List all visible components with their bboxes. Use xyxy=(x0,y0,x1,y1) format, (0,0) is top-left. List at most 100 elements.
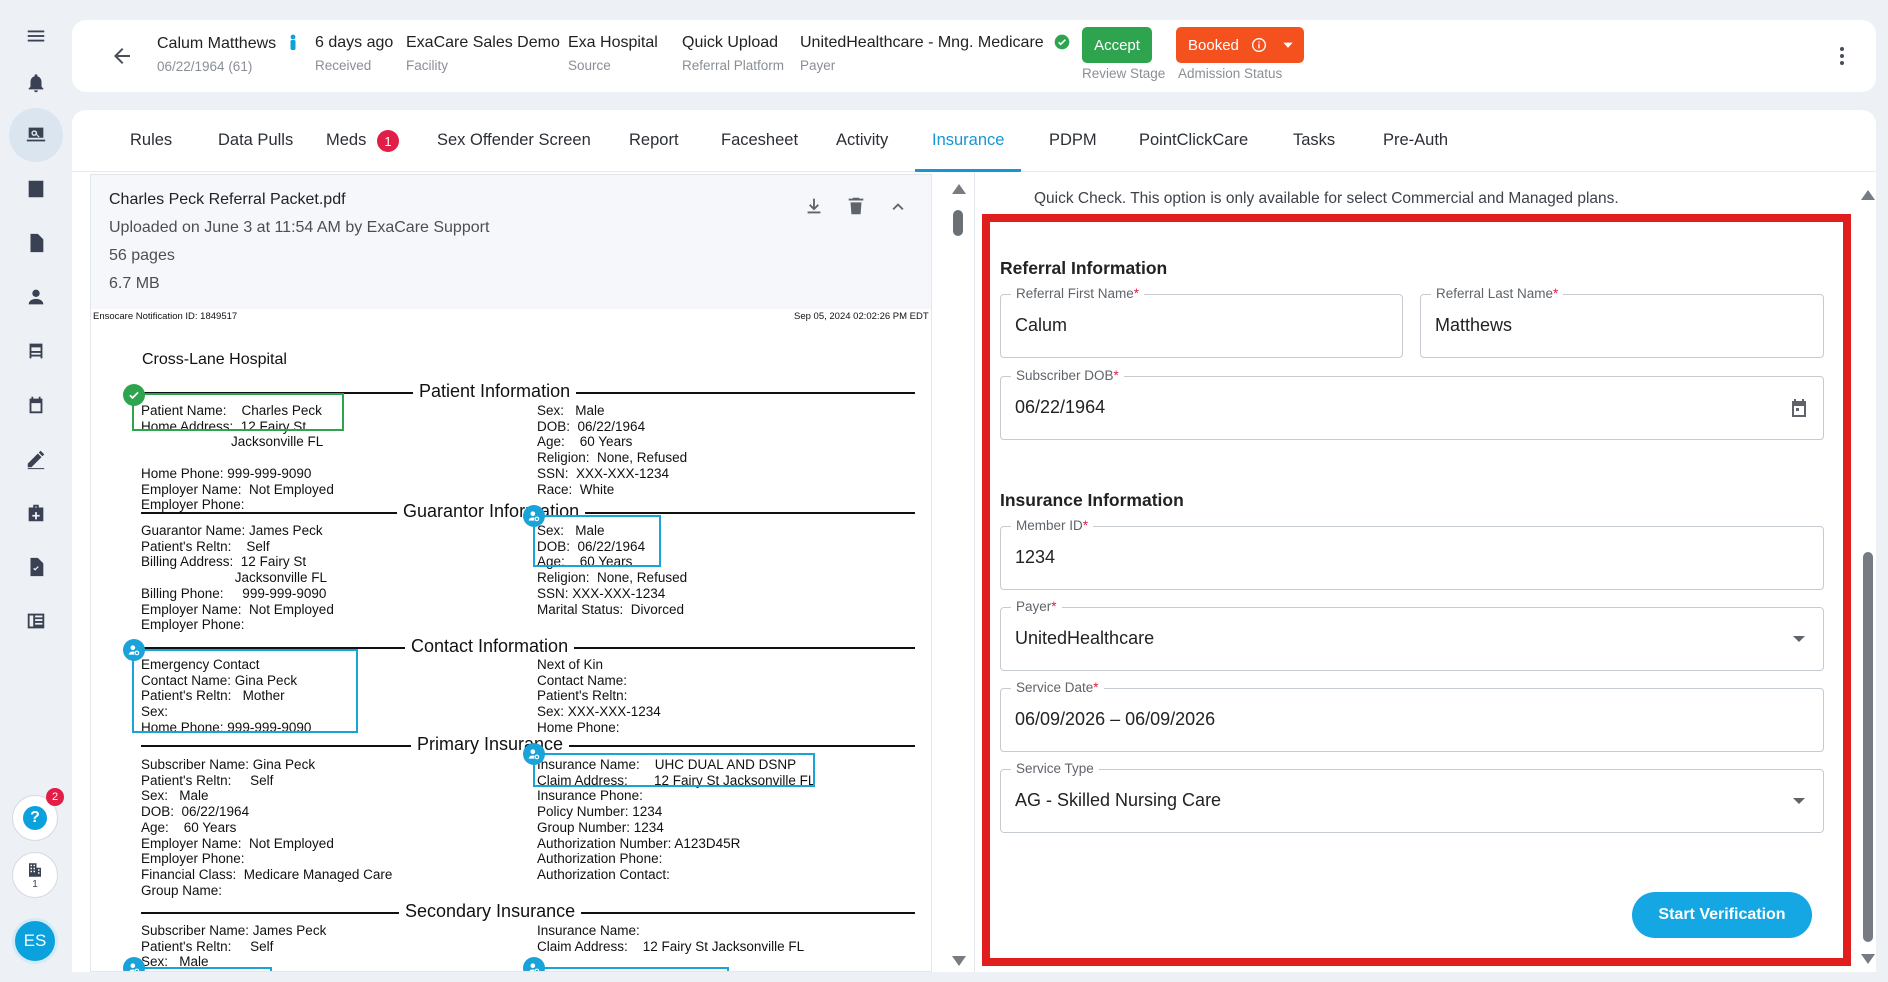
help-icon: ? xyxy=(23,806,47,830)
quick-check-note: Quick Check. This option is only availab… xyxy=(1034,190,1619,207)
member-id-field[interactable]: Member ID* 1234 xyxy=(1000,518,1824,590)
main-content: Rules Data Pulls Meds 1 Sex Offender Scr… xyxy=(72,110,1876,972)
menu-icon[interactable] xyxy=(17,17,55,55)
tab-report[interactable]: Report xyxy=(629,131,679,150)
info-icon xyxy=(1251,38,1266,52)
primary-left-text: Subscriber Name: Gina Peck Patient's Rel… xyxy=(141,757,393,898)
referral-last-name-field[interactable]: Referral Last Name* Matthews xyxy=(1420,286,1824,358)
pdf-size: 6.7 MB xyxy=(109,275,160,292)
org-count: 1 xyxy=(32,878,38,890)
pdf-page: Ensocare Notification ID: 1849517 Sep 05… xyxy=(91,309,931,971)
patient-right-text: Sex: Male DOB: 06/22/1964 Age: 60 Years … xyxy=(537,403,688,497)
guarantor-left-text: Guarantor Name: James Peck Patient's Rel… xyxy=(141,523,334,633)
download-icon[interactable] xyxy=(803,195,825,217)
source-info: Exa Hospital Source xyxy=(568,34,658,73)
referral-review-icon[interactable] xyxy=(9,108,63,162)
tab-data-pulls[interactable]: Data Pulls xyxy=(218,131,293,150)
booked-status-button[interactable]: Booked xyxy=(1176,27,1304,63)
medical-bag-icon[interactable] xyxy=(17,494,55,532)
extracted-field-highlight[interactable] xyxy=(533,967,729,971)
bell-icon[interactable] xyxy=(17,64,55,102)
platform-value: Quick Upload xyxy=(682,34,779,51)
person-search-icon xyxy=(523,957,545,971)
notification-id: Ensocare Notification ID: 1849517 xyxy=(93,311,238,322)
document-icon[interactable] xyxy=(17,224,55,262)
person-search-icon xyxy=(123,639,145,661)
organization-switcher[interactable]: 1 xyxy=(12,852,58,898)
accept-button[interactable]: Accept xyxy=(1082,27,1152,63)
sidebar: ? 2 1 ES xyxy=(0,0,70,982)
tab-facesheet[interactable]: Facesheet xyxy=(721,131,798,150)
notification-date: Sep 05, 2024 02:02:26 PM EDT xyxy=(794,311,929,322)
payer-select[interactable]: Payer* UnitedHealthcare xyxy=(1000,599,1824,671)
back-arrow-icon[interactable] xyxy=(110,44,134,68)
tab-tasks[interactable]: Tasks xyxy=(1293,131,1335,150)
secondary-insurance-section: Secondary Insurance xyxy=(141,901,915,922)
scroll-up-arrow[interactable] xyxy=(952,184,966,194)
checklist-icon[interactable] xyxy=(17,170,55,208)
tab-bar: Rules Data Pulls Meds 1 Sex Offender Scr… xyxy=(72,110,1876,172)
panel-divider xyxy=(974,172,975,972)
referral-first-name-field[interactable]: Referral First Name* Calum xyxy=(1000,286,1403,358)
scroll-up-arrow[interactable] xyxy=(1861,190,1875,200)
calendar-icon[interactable] xyxy=(17,386,55,424)
booked-label: Booked xyxy=(1188,36,1239,54)
referral-header: Calum Matthews 06/22/1964 (61) 6 days ag… xyxy=(72,20,1876,92)
more-options-icon[interactable] xyxy=(1830,44,1854,68)
service-type-value: AG - Skilled Nursing Care xyxy=(1015,790,1222,810)
patient-name[interactable]: Calum Matthews xyxy=(157,35,276,52)
tab-insurance[interactable]: Insurance xyxy=(932,131,1004,150)
tab-rules[interactable]: Rules xyxy=(130,131,172,150)
person-search-icon xyxy=(523,505,545,527)
patient-info[interactable]: Calum Matthews 06/22/1964 (61) xyxy=(157,34,299,74)
service-date-field[interactable]: Service Date* 06/09/2026 – 06/09/2026 xyxy=(1000,680,1824,752)
approved-document-icon[interactable] xyxy=(17,548,55,586)
pdf-scrollbar[interactable] xyxy=(951,182,966,972)
person-search-icon xyxy=(523,743,545,765)
person-icon[interactable] xyxy=(17,278,55,316)
tab-pre-auth[interactable]: Pre-Auth xyxy=(1383,131,1448,150)
subscriber-dob-field[interactable]: Subscriber DOB* 06/22/1964 xyxy=(1000,368,1824,440)
pdf-viewer: Charles Peck Referral Packet.pdf Uploade… xyxy=(90,174,932,972)
review-stage-label: Review Stage xyxy=(1082,66,1166,81)
pdf-filename: Charles Peck Referral Packet.pdf xyxy=(109,191,346,208)
scroll-down-arrow[interactable] xyxy=(1861,954,1875,964)
insurance-info-heading: Insurance Information xyxy=(1000,490,1184,510)
scroll-down-arrow[interactable] xyxy=(952,956,966,966)
tab-meds[interactable]: Meds xyxy=(326,131,366,150)
tab-sex-offender-screen[interactable]: Sex Offender Screen xyxy=(437,131,591,150)
user-avatar[interactable]: ES xyxy=(12,918,58,964)
pen-icon[interactable] xyxy=(17,440,55,478)
trash-icon[interactable] xyxy=(845,195,867,217)
extracted-field-highlight[interactable] xyxy=(533,515,661,567)
pdf-scroll-thumb[interactable] xyxy=(953,210,963,236)
bed-icon[interactable] xyxy=(17,332,55,370)
matched-field-highlight[interactable] xyxy=(132,393,344,431)
chevron-up-icon[interactable] xyxy=(887,195,909,217)
extracted-field-highlight[interactable] xyxy=(132,967,272,971)
dropdown-caret-icon xyxy=(1793,798,1805,804)
verified-check-icon xyxy=(1054,34,1070,50)
tab-pointclickcare[interactable]: PointClickCare xyxy=(1139,131,1248,150)
extracted-field-highlight[interactable] xyxy=(132,649,358,733)
tab-pdpm[interactable]: PDPM xyxy=(1049,131,1097,150)
verification-form-highlight: Referral Information Referral First Name… xyxy=(982,214,1851,966)
male-icon xyxy=(290,34,296,50)
insurance-scrollbar[interactable] xyxy=(1860,172,1876,972)
help-notification-badge: 2 xyxy=(46,788,64,806)
building-list-icon[interactable] xyxy=(17,602,55,640)
tab-activity[interactable]: Activity xyxy=(836,131,888,150)
platform-info: Quick Upload Referral Platform xyxy=(682,34,784,73)
payer-value: UnitedHealthcare xyxy=(1015,628,1155,648)
referral-info-heading: Referral Information xyxy=(1000,258,1168,278)
calendar-icon[interactable] xyxy=(1787,395,1811,421)
insurance-panel: Quick Check. This option is only availab… xyxy=(982,172,1856,972)
check-circle-icon xyxy=(123,384,145,406)
extracted-field-highlight[interactable] xyxy=(533,753,815,787)
insurance-scroll-thumb[interactable] xyxy=(1863,552,1873,942)
building-icon xyxy=(29,862,41,877)
service-type-select[interactable]: Service Type AG - Skilled Nursing Care xyxy=(1000,761,1824,833)
payer-label: Payer xyxy=(800,58,836,73)
start-verification-button[interactable]: Start Verification xyxy=(1632,892,1812,938)
chevron-down-icon xyxy=(1283,42,1293,48)
